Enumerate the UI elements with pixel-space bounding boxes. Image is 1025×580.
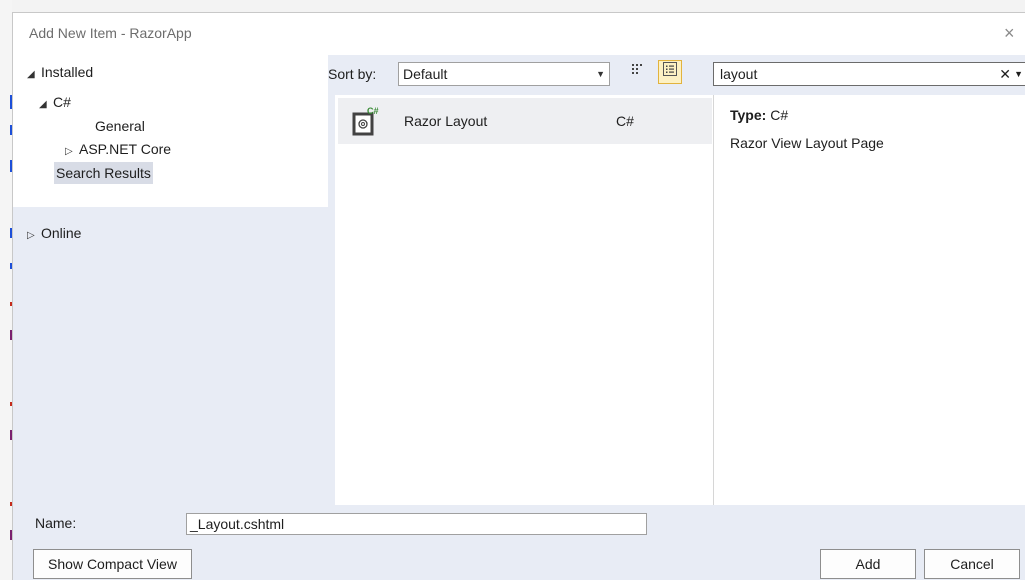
dialog-title: Add New Item - RazorApp <box>29 25 192 41</box>
collapsed-arrow-icon[interactable]: ▷ <box>65 141 79 163</box>
close-icon[interactable]: × <box>1004 21 1025 45</box>
chevron-down-icon[interactable]: ▼ <box>1014 63 1023 85</box>
tree-item-aspnet-core[interactable]: ▷ ASP.NET Core <box>65 138 171 160</box>
dialog-titlebar: Add New Item - RazorApp × <box>13 13 1025 55</box>
type-row: Type: C# <box>730 107 788 123</box>
template-name: Razor Layout <box>404 113 488 129</box>
search-input[interactable]: layout ✕ ▼ <box>713 62 1025 86</box>
template-description: Razor View Layout Page <box>730 135 884 151</box>
grid-view-icon[interactable] <box>625 60 649 84</box>
sort-by-value: Default <box>403 66 448 82</box>
tree-item-online[interactable]: ▷ Online <box>27 222 81 244</box>
search-input-value: layout <box>720 66 758 82</box>
tree-item-label: ASP.NET Core <box>79 141 172 157</box>
background-editor-strip <box>0 0 13 580</box>
razor-file-icon: C# <box>352 106 380 136</box>
expanded-arrow-icon[interactable]: ◢ <box>39 94 53 116</box>
name-label: Name: <box>35 515 77 531</box>
type-label: Type: <box>730 107 767 123</box>
template-details-panel: Type: C# Razor View Layout Page <box>713 95 1025 505</box>
name-field[interactable]: _Layout.cshtml <box>186 513 647 535</box>
collapsed-arrow-icon[interactable]: ▷ <box>27 225 41 247</box>
sort-by-label: Sort by: <box>328 66 377 82</box>
tree-item-csharp[interactable]: ◢ C# <box>39 91 71 113</box>
tree-item-label: Search Results <box>56 165 151 181</box>
clear-search-icon[interactable]: ✕ <box>999 63 1011 85</box>
show-compact-view-button[interactable]: Show Compact View <box>33 549 192 579</box>
template-item-razor-layout[interactable]: C# Razor Layout C# <box>338 98 712 144</box>
name-field-value: _Layout.cshtml <box>190 516 285 532</box>
tree-item-search-results[interactable]: Search Results <box>54 162 153 184</box>
sort-by-select[interactable]: Default ▼ <box>398 62 610 86</box>
tree-item-label: General <box>95 118 145 134</box>
tree-item-label: Installed <box>41 64 94 80</box>
add-new-item-dialog: Add New Item - RazorApp × ◢ Installed ◢ C#… <box>12 12 1025 580</box>
template-list: C# Razor Layout C# <box>335 95 713 505</box>
installed-tree-section: ◢ Installed ◢ C# General ▷ ASP.NET Core Sea… <box>13 55 328 207</box>
template-language: C# <box>616 113 634 129</box>
cancel-button[interactable]: Cancel <box>924 549 1020 579</box>
chevron-down-icon: ▼ <box>596 69 605 79</box>
add-button[interactable]: Add <box>820 549 916 579</box>
tree-item-label: Online <box>41 225 82 241</box>
tree-item-installed[interactable]: ◢ Installed <box>27 61 93 83</box>
expanded-arrow-icon[interactable]: ◢ <box>27 64 41 86</box>
csharp-badge: C# <box>367 106 379 116</box>
category-tree: ◢ Installed ◢ C# General ▷ ASP.NET Core Sea… <box>13 55 328 505</box>
template-toolbar: Sort by: Default ▼ layout ✕ ▼ <box>328 55 1025 95</box>
tree-item-general[interactable]: General <box>95 115 145 137</box>
list-view-icon[interactable] <box>658 60 682 84</box>
type-value: C# <box>770 107 789 123</box>
tree-item-label: C# <box>53 94 71 110</box>
